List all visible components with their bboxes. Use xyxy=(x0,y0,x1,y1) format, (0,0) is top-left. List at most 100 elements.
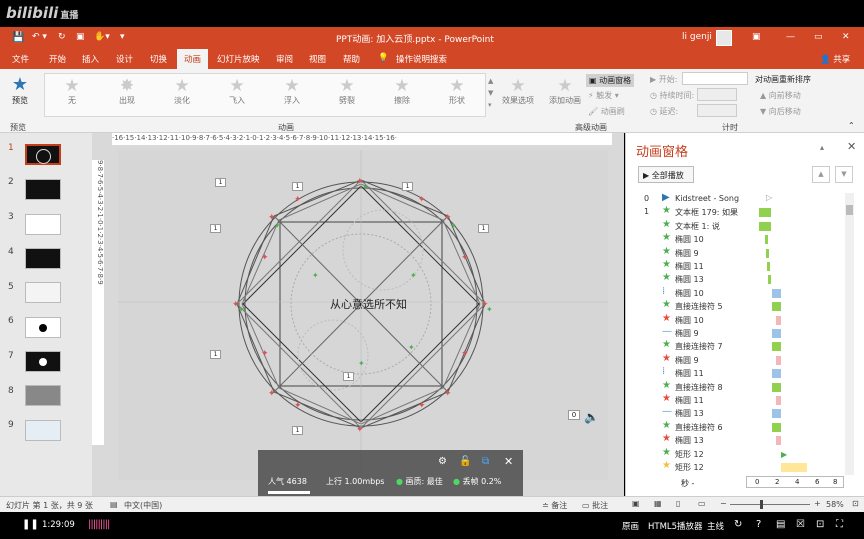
notes-button[interactable]: ≐ 备注 xyxy=(542,500,567,511)
tab-file[interactable]: 文件 xyxy=(12,53,29,65)
slide-text[interactable]: 从心意选所不知 xyxy=(330,296,407,312)
collapse-ribbon-icon[interactable]: ⌃ xyxy=(848,121,855,130)
play-all-button[interactable]: ▶ 全部播放 xyxy=(638,166,694,183)
timeline-bar[interactable] xyxy=(772,382,781,392)
timeline-bar[interactable] xyxy=(759,221,771,231)
timeline-bar[interactable] xyxy=(772,329,781,338)
animation-tag[interactable]: 1 xyxy=(215,178,226,187)
minimize-button[interactable]: — xyxy=(786,32,795,42)
slide-thumb-3[interactable] xyxy=(25,214,61,235)
danmaku-settings-icon[interactable]: ▤ xyxy=(776,519,785,530)
animation-list-item[interactable]: — 椭圆 13 xyxy=(626,406,864,420)
tell-me-search[interactable]: 操作说明搜索 xyxy=(396,53,447,65)
timeline-bar[interactable]: ▶ xyxy=(781,450,787,459)
tab-review[interactable]: 审阅 xyxy=(276,53,293,65)
timeline-bar[interactable] xyxy=(768,275,771,285)
effect-split[interactable]: ★ 劈裂 xyxy=(329,77,365,106)
animation-list-item[interactable]: ★ 椭圆 9 xyxy=(626,353,864,367)
delay-input[interactable] xyxy=(697,104,737,117)
user-name[interactable]: li genji xyxy=(682,32,712,42)
help-icon[interactable]: ? xyxy=(756,519,761,530)
tab-transitions[interactable]: 切换 xyxy=(150,53,167,65)
spellcheck-icon[interactable]: ▤ xyxy=(110,500,118,509)
timeline-bar[interactable] xyxy=(776,436,781,446)
share-button[interactable]: 👤 共享 xyxy=(820,53,850,65)
slide-thumb-4[interactable] xyxy=(25,248,61,269)
effect-fade[interactable]: ★ 淡化 xyxy=(164,77,200,106)
effect-float-in[interactable]: ★ 浮入 xyxy=(274,77,310,106)
timeline-bar[interactable] xyxy=(772,342,781,352)
fit-slide-icon[interactable]: ⊡ xyxy=(852,499,859,508)
animation-list-item[interactable]: ★ 椭圆 13 xyxy=(626,433,864,447)
tab-insert[interactable]: 插入 xyxy=(82,53,99,65)
timeline-bar[interactable] xyxy=(772,409,781,419)
zoom-thumb[interactable] xyxy=(760,500,763,509)
effect-none[interactable]: ★ 无 xyxy=(54,77,90,106)
maximize-button[interactable]: ▭ xyxy=(814,32,823,42)
animation-list-item[interactable]: ★ 直接连接符 6 xyxy=(626,420,864,434)
slide-thumb-2[interactable] xyxy=(25,179,61,200)
timeline-bar[interactable] xyxy=(766,248,769,258)
animation-list-item[interactable]: ★ 矩形 12 xyxy=(626,460,864,474)
zoom-slider[interactable] xyxy=(730,504,810,505)
animation-tag[interactable]: 1 xyxy=(292,182,303,191)
tab-home[interactable]: 开始 xyxy=(49,53,66,65)
language-indicator[interactable]: 中文(中国) xyxy=(124,500,162,511)
tab-help[interactable]: 帮助 xyxy=(343,53,360,65)
slide-thumb-5[interactable] xyxy=(25,282,61,303)
timeline-bar[interactable] xyxy=(776,396,781,405)
close-icon[interactable]: ✕ xyxy=(847,140,856,153)
refresh-icon[interactable]: ↻ xyxy=(734,519,742,530)
move-down-button[interactable]: ▼ xyxy=(835,166,853,183)
timeline-bar[interactable] xyxy=(767,262,770,271)
sorter-view-icon[interactable]: ▦ xyxy=(654,499,662,508)
timeline-bar[interactable] xyxy=(772,288,781,298)
preview-button[interactable]: ★ 预览 xyxy=(6,75,34,106)
move-later-button[interactable]: ▼ 向后移动 xyxy=(760,106,801,117)
timeline-scale[interactable]: 0 2 4 6 8 xyxy=(746,476,844,488)
close-icon[interactable]: ✕ xyxy=(504,455,513,468)
undo-icon[interactable]: ↶ ▾ xyxy=(32,32,47,42)
timeline-bar[interactable] xyxy=(781,463,807,472)
ribbon-display-icon[interactable]: ▣ xyxy=(752,32,761,42)
save-icon[interactable]: 💾 xyxy=(12,32,24,43)
avatar[interactable] xyxy=(716,30,732,46)
timeline-bar[interactable] xyxy=(772,369,781,379)
duration-input[interactable] xyxy=(697,88,737,101)
settings-icon[interactable]: ⚙ xyxy=(438,456,447,467)
quality-button[interactable]: 原画 xyxy=(622,520,639,532)
start-dropdown[interactable] xyxy=(682,72,748,85)
animation-list-item[interactable]: ★ 椭圆 10 xyxy=(626,232,864,246)
animation-tag[interactable]: 1 xyxy=(292,426,303,435)
move-earlier-button[interactable]: ▲ 向前移动 xyxy=(760,90,801,101)
timeline-bar[interactable] xyxy=(772,422,781,432)
add-animation-button[interactable]: ★ 添加动画 xyxy=(547,77,583,106)
animation-list-item[interactable]: ★ 文本框 1: 说 xyxy=(626,219,864,233)
zoom-out-icon[interactable]: − xyxy=(720,499,727,508)
tab-design[interactable]: 设计 xyxy=(116,53,133,65)
pane-options-icon[interactable]: ▴ xyxy=(820,143,824,152)
popout-icon[interactable]: ⧉ xyxy=(482,456,489,467)
slide-thumb-9[interactable] xyxy=(25,420,61,441)
tab-slideshow[interactable]: 幻灯片放映 xyxy=(217,53,260,65)
animation-tag[interactable]: 1 xyxy=(343,372,354,381)
animation-list-item[interactable]: ⁞ 椭圆 11 xyxy=(626,366,864,380)
animation-list-item[interactable]: ★ 直接连接符 7 xyxy=(626,339,864,353)
animation-list-item[interactable]: ★ 直接连接符 8 xyxy=(626,380,864,394)
animation-list-item[interactable]: ⁞ 椭圆 10 xyxy=(626,286,864,300)
lock-icon[interactable]: 🔓 xyxy=(459,456,471,467)
timeline-bar[interactable] xyxy=(776,355,781,365)
timeline-bar[interactable] xyxy=(759,208,771,218)
player-type-button[interactable]: HTML5播放器 xyxy=(648,520,703,532)
effect-options-button[interactable]: ★ 效果选项 xyxy=(500,77,536,106)
animation-tag[interactable]: 1 xyxy=(402,182,413,191)
animation-pane-button[interactable]: ▣ 动画窗格 xyxy=(586,74,635,87)
animation-painter-button[interactable]: 🖌 动画刷 xyxy=(588,106,625,117)
move-up-button[interactable]: ▲ xyxy=(812,166,830,183)
animation-list-item[interactable]: ★ 椭圆 10 xyxy=(626,313,864,327)
redo-icon[interactable]: ↻ xyxy=(58,32,66,42)
customize-icon[interactable]: ▾ xyxy=(120,32,125,42)
reading-view-icon[interactable]: ▯ xyxy=(676,499,680,508)
line-button[interactable]: 主线 xyxy=(707,520,724,532)
slide-thumb-1[interactable] xyxy=(25,144,61,165)
